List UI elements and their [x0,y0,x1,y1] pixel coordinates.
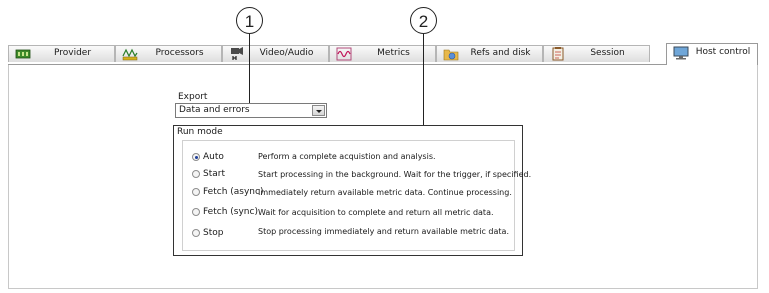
tab-session[interactable]: Session [543,45,650,62]
export-select[interactable]: Data and errors [175,103,327,118]
radio-label: Start [203,169,225,179]
callout-2: 2 [410,7,437,34]
export-select-value: Data and errors [179,105,250,115]
run-mode-title: Run mode [177,127,223,137]
radio-button[interactable] [192,229,200,237]
tab-label: Refs and disk [470,48,531,58]
tab-refs-and-disk[interactable]: Refs and disk [436,45,543,62]
host-control-icon [673,46,689,60]
radio-label: Auto [203,152,224,162]
radio-label: Fetch (sync) [203,207,258,217]
tab-label: Provider [53,48,92,58]
processors-icon [122,48,138,61]
callout-1-leader [249,34,251,103]
export-label: Export [178,92,208,102]
tab-video-audio[interactable]: Video/Audio [222,45,329,62]
session-icon [552,47,564,61]
chevron-down-icon[interactable] [312,105,325,116]
radio-label: Stop [203,228,224,238]
tab-strip: Provider Processors Video/Audio Metrics … [8,43,758,65]
metrics-icon [336,47,352,61]
tab-label: Host control [695,47,751,57]
provider-icon [15,49,31,59]
radio-button[interactable] [192,208,200,216]
refs-disk-icon [443,49,459,61]
tab-label: Session [590,48,625,58]
option-description: Wait for acquisition to complete and ret… [258,208,494,217]
tab-label: Metrics [377,48,410,58]
radio-button[interactable] [192,153,200,161]
option-description: Perform a complete acquistion and analys… [258,152,436,161]
radio-label: Fetch (async) [203,187,264,197]
option-description: Start processing in the background. Wait… [258,170,532,179]
video-audio-icon [231,47,243,60]
callout-2-leader [423,34,425,125]
option-description: Immediately return available metric data… [258,188,512,197]
callout-1: 1 [236,7,263,34]
tab-provider[interactable]: Provider [8,45,115,62]
radio-button[interactable] [192,170,200,178]
tab-label: Video/Audio [259,48,314,58]
tab-metrics[interactable]: Metrics [329,45,436,62]
option-description: Stop processing immediately and return a… [258,227,509,236]
tab-host-control[interactable]: Host control [666,43,758,65]
tab-processors[interactable]: Processors [115,45,222,62]
radio-button[interactable] [192,188,200,196]
tab-label: Processors [155,48,204,58]
